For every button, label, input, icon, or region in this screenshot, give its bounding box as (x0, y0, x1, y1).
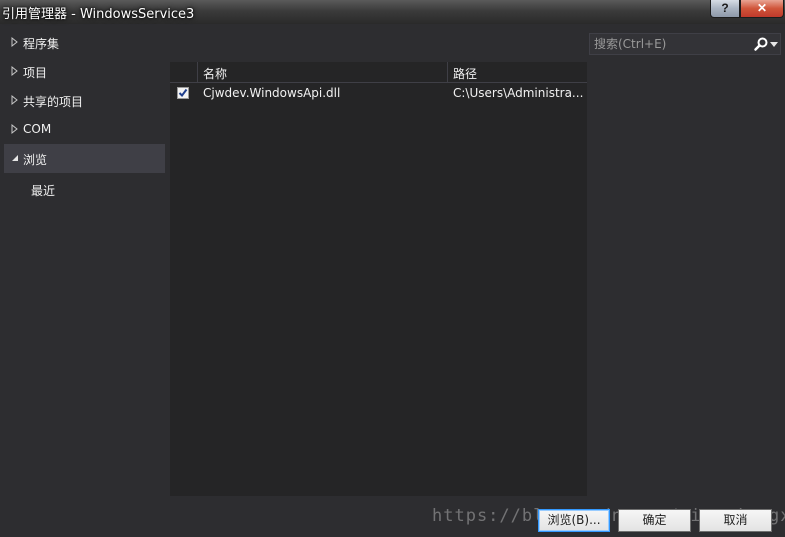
cancel-button[interactable]: 取消 (699, 509, 772, 532)
cell-path: C:\Users\Administra... (453, 86, 584, 100)
chevron-right-icon (11, 36, 18, 48)
dropdown-arrow-icon[interactable] (770, 42, 778, 47)
cell-name: Cjwdev.WindowsApi.dll (203, 86, 341, 100)
row-checkbox[interactable] (177, 87, 189, 99)
help-button[interactable]: ? (710, 0, 740, 18)
nav-item-com[interactable]: COM (4, 115, 165, 144)
nav-subitem-recent[interactable]: 最近 (31, 182, 55, 199)
details-panel (588, 62, 785, 496)
chevron-right-icon (11, 123, 18, 135)
nav-item-label: 共享的项目 (23, 95, 84, 109)
column-header-name[interactable]: 名称 (198, 62, 448, 83)
column-header-path[interactable]: 路径 (448, 62, 587, 83)
title-bar: 引用管理器 - WindowsService3 ? ✕ (0, 0, 785, 24)
nav-item-label: COM (23, 122, 52, 136)
ok-button[interactable]: 确定 (618, 509, 691, 532)
table-row[interactable]: Cjwdev.WindowsApi.dll C:\Users\Administr… (170, 83, 587, 104)
chevron-right-icon (11, 65, 18, 77)
nav-item-label: 程序集 (23, 37, 60, 51)
nav-item-browse[interactable]: 浏览 (4, 144, 165, 173)
column-header-label: 名称 (203, 67, 228, 81)
window-title: 引用管理器 - WindowsService3 (2, 7, 195, 22)
nav-item-projects[interactable]: 项目 (4, 57, 165, 86)
column-header-check (170, 62, 198, 83)
nav-item-shared-projects[interactable]: 共享的项目 (4, 86, 165, 115)
close-button[interactable]: ✕ (740, 0, 784, 18)
search-input[interactable] (590, 34, 750, 54)
column-header-label: 路径 (453, 67, 478, 81)
browse-button[interactable]: 浏览(B)... (538, 509, 610, 532)
search-box (589, 33, 781, 55)
checkmark-icon (178, 88, 188, 98)
nav-item-assemblies[interactable]: 程序集 (4, 28, 165, 57)
chevron-right-icon (11, 94, 18, 106)
reference-list: 名称 路径 Cjwdev.WindowsApi.dll C:\Users\Adm… (170, 62, 587, 496)
search-icon[interactable] (753, 36, 769, 52)
nav-item-label: 项目 (23, 66, 48, 80)
category-nav: 程序集 项目 共享的项目 COM 浏览 最近 (0, 28, 166, 498)
chevron-expanded-icon (12, 155, 18, 161)
nav-item-label: 浏览 (23, 153, 48, 167)
